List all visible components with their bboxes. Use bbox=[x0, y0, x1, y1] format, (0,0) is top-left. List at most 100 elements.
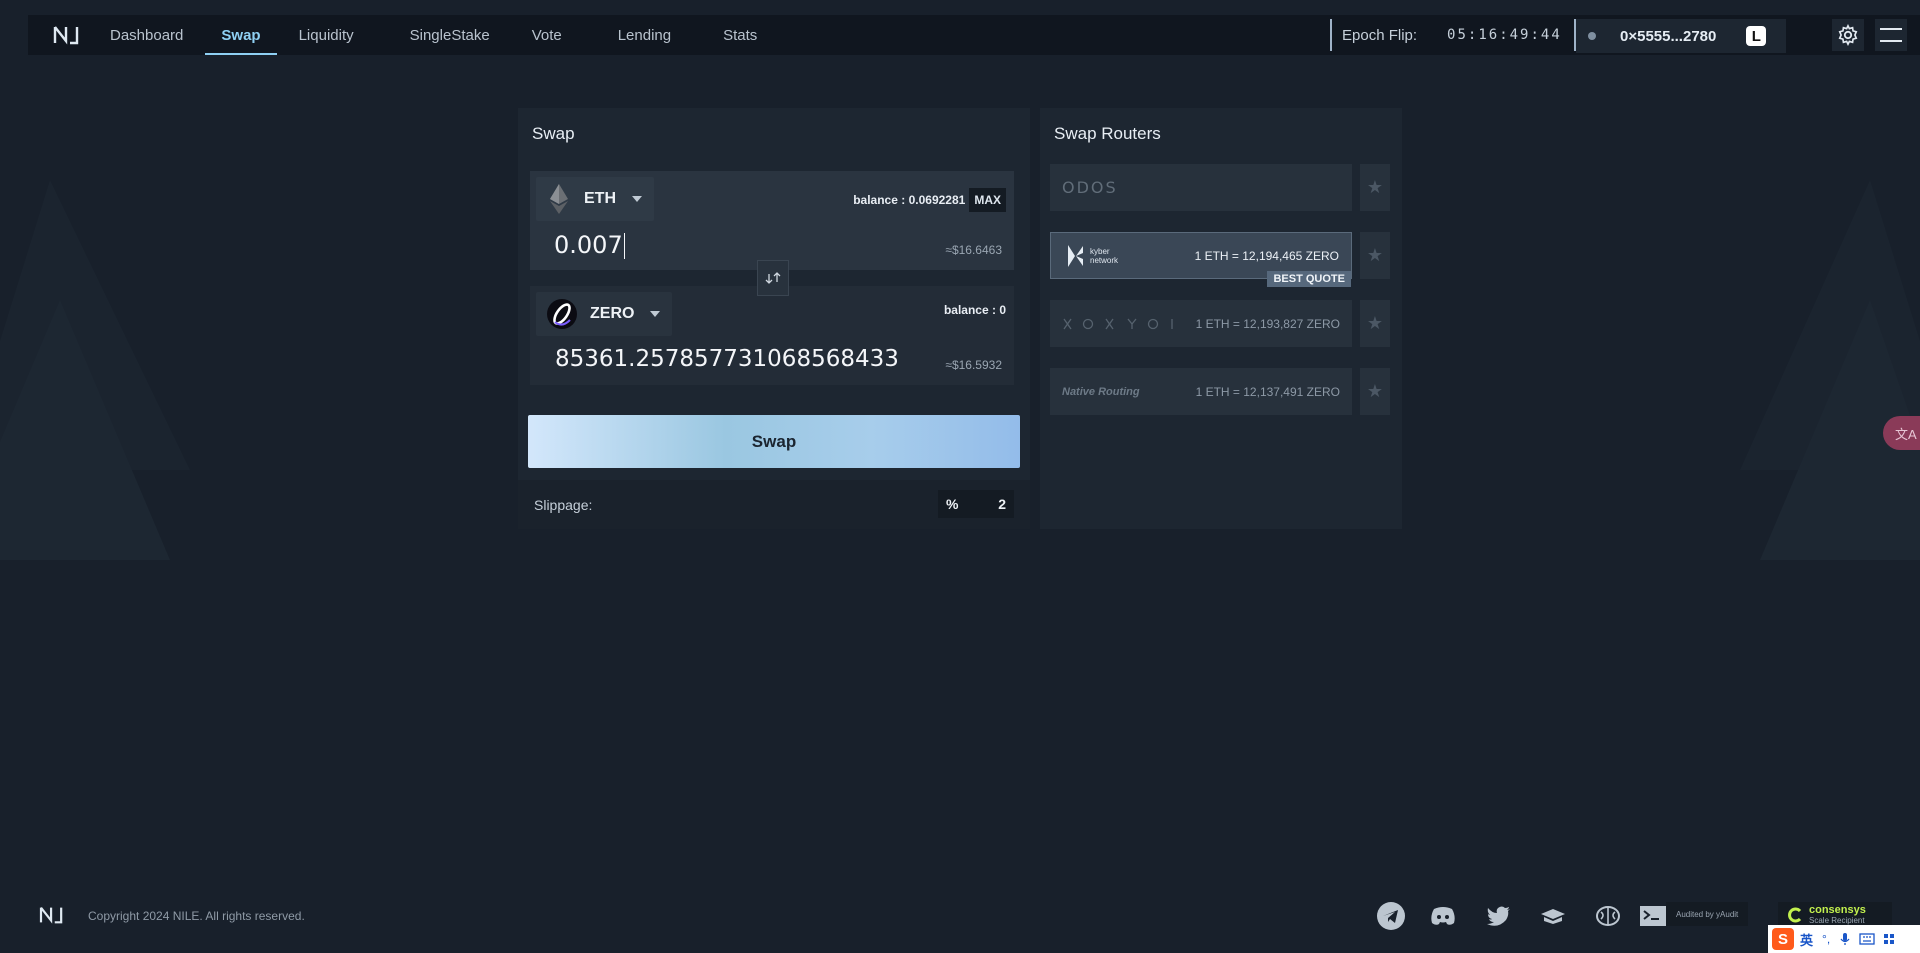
nile-footer-logo[interactable] bbox=[38, 904, 66, 926]
discord-link[interactable] bbox=[1427, 900, 1459, 932]
eth-icon bbox=[550, 184, 568, 214]
docs-icon bbox=[1541, 909, 1565, 924]
to-token-name: ZERO bbox=[590, 305, 635, 322]
telegram-icon bbox=[1377, 902, 1405, 930]
top-nav: Dashboard Swap Liquidity SingleStake Vot… bbox=[28, 15, 1920, 55]
zero-icon bbox=[547, 299, 577, 329]
epoch-flip: Epoch Flip: 05:16:49:44 bbox=[1330, 19, 1576, 51]
router-native[interactable]: Native Routing 1 ETH = 12,137,491 ZERO bbox=[1050, 368, 1352, 415]
best-quote-badge: BEST QUOTE bbox=[1267, 271, 1351, 287]
swap-title: Swap bbox=[532, 124, 575, 143]
grid-icon[interactable] bbox=[1883, 933, 1895, 945]
xy-logo bbox=[1063, 318, 1173, 329]
menu-icon bbox=[1880, 28, 1902, 42]
router-kyber[interactable]: kyber network 1 ETH = 12,194,465 ZERO BES… bbox=[1050, 232, 1352, 287]
punctuation-icon[interactable]: °, bbox=[1822, 932, 1830, 946]
twitter-icon bbox=[1487, 906, 1510, 926]
router-native-favorite[interactable]: ★ bbox=[1360, 368, 1390, 415]
telegram-link[interactable] bbox=[1375, 900, 1407, 932]
swap-direction-button[interactable] bbox=[757, 260, 789, 296]
nav-lending[interactable]: Lending bbox=[602, 15, 687, 55]
docs-link[interactable] bbox=[1537, 900, 1569, 932]
nav-singlestake[interactable]: SingleStake bbox=[394, 15, 506, 55]
router-xy[interactable]: 1 ETH = 12,193,827 ZERO bbox=[1050, 300, 1352, 347]
from-amount-input[interactable]: 0.007 bbox=[554, 231, 625, 259]
twitter-link[interactable] bbox=[1483, 900, 1515, 932]
ime-logo-icon: S bbox=[1772, 928, 1794, 950]
to-balance-value: 0 bbox=[999, 303, 1006, 317]
microphone-icon[interactable] bbox=[1839, 932, 1851, 946]
nile-logo[interactable] bbox=[52, 23, 82, 47]
from-usd-value: ≈$16.6463 bbox=[945, 243, 1002, 257]
nav-vote[interactable]: Vote bbox=[516, 15, 578, 55]
translate-button[interactable]: 文A bbox=[1883, 416, 1920, 450]
swap-button[interactable]: Swap bbox=[528, 415, 1020, 468]
audit-badge[interactable]: Audited by yAudit bbox=[1666, 902, 1749, 926]
from-token-name: ETH bbox=[584, 190, 616, 207]
star-icon: ★ bbox=[1366, 313, 1384, 333]
epoch-timer: 05:16:49:44 bbox=[1447, 27, 1562, 43]
slippage-unit: % bbox=[946, 496, 959, 512]
to-amount-value[interactable]: 85361.257857731068568433 bbox=[555, 346, 899, 372]
from-token-box: ETH balance : 0.0692281 MAX 0.007 ≈$16.6… bbox=[530, 171, 1014, 270]
router-odos[interactable]: ODOS bbox=[1050, 164, 1352, 211]
star-icon: ★ bbox=[1366, 177, 1384, 197]
chevron-down-icon bbox=[632, 196, 642, 202]
to-token-box: ZERO balance : 0 85361.25785773106856843… bbox=[530, 286, 1014, 385]
star-icon: ★ bbox=[1366, 245, 1384, 265]
max-button[interactable]: MAX bbox=[969, 188, 1006, 212]
swap-direction-icon bbox=[765, 272, 781, 284]
native-routing-logo: Native Routing bbox=[1062, 385, 1140, 398]
from-token-select[interactable]: ETH bbox=[536, 177, 654, 221]
brain-link[interactable] bbox=[1592, 900, 1624, 932]
native-quote: 1 ETH = 12,137,491 ZERO bbox=[1195, 384, 1340, 399]
kyber-quote: 1 ETH = 12,194,465 ZERO bbox=[1194, 248, 1339, 263]
menu-button[interactable] bbox=[1875, 19, 1907, 51]
nav-dashboard[interactable]: Dashboard bbox=[94, 15, 199, 55]
discord-icon bbox=[1431, 907, 1455, 925]
router-xy-favorite[interactable]: ★ bbox=[1360, 300, 1390, 347]
kyber-name-1: kyber bbox=[1090, 246, 1110, 256]
wallet-button[interactable]: 0×5555...2780 L bbox=[1576, 19, 1786, 53]
terminal-link[interactable] bbox=[1637, 900, 1669, 932]
settings-button[interactable] bbox=[1832, 19, 1864, 51]
consensys-icon bbox=[1788, 907, 1802, 923]
brain-icon bbox=[1596, 906, 1620, 926]
wallet-address: 0×5555...2780 bbox=[1620, 27, 1717, 45]
from-balance-value: 0.0692281 bbox=[908, 193, 966, 207]
to-token-select[interactable]: ZERO bbox=[536, 292, 673, 336]
kyber-icon bbox=[1068, 244, 1083, 267]
gear-icon bbox=[1838, 24, 1858, 46]
xy-quote: 1 ETH = 12,193,827 ZERO bbox=[1195, 316, 1340, 331]
wallet-provider-icon: L bbox=[1746, 26, 1767, 46]
from-amount-value: 0.007 bbox=[554, 231, 623, 259]
star-icon: ★ bbox=[1366, 381, 1384, 401]
consensys-name: consensys bbox=[1809, 904, 1866, 916]
to-balance: balance : 0 bbox=[944, 303, 1006, 317]
audit-text: Audited by yAudit bbox=[1676, 909, 1739, 919]
router-kyber-favorite[interactable]: ★ bbox=[1360, 232, 1390, 279]
text-cursor bbox=[623, 233, 625, 259]
slippage-value: 2 bbox=[998, 496, 1006, 512]
wallet-status-dot bbox=[1588, 32, 1596, 40]
nav-swap[interactable]: Swap bbox=[205, 15, 277, 55]
ime-toolbar[interactable]: S 英 °, bbox=[1768, 925, 1920, 953]
kyber-logo: kyber network bbox=[1065, 243, 1118, 269]
swap-panel: Swap ETH balance : 0.0692281 MAX 0.007 ≈… bbox=[518, 108, 1030, 529]
from-balance: balance : 0.0692281 MAX bbox=[853, 188, 1006, 212]
epoch-label: Epoch Flip: bbox=[1342, 26, 1418, 44]
odos-logo: ODOS bbox=[1062, 178, 1118, 197]
ime-lang[interactable]: 英 bbox=[1800, 930, 1813, 949]
kyber-name-2: network bbox=[1090, 255, 1119, 265]
keyboard-icon[interactable] bbox=[1859, 933, 1875, 945]
terminal-icon bbox=[1640, 906, 1666, 926]
copyright-text: Copyright 2024 NILE. All rights reserved… bbox=[88, 909, 305, 923]
chevron-down-icon bbox=[650, 311, 661, 317]
router-odos-favorite[interactable]: ★ bbox=[1360, 164, 1390, 211]
nav-liquidity[interactable]: Liquidity bbox=[283, 15, 370, 55]
slippage-input[interactable]: % 2 bbox=[938, 490, 1014, 518]
from-balance-label: balance : bbox=[853, 193, 906, 207]
translate-icon: 文A bbox=[1895, 426, 1917, 442]
nav-stats[interactable]: Stats bbox=[707, 15, 773, 55]
slippage-row: Slippage: % 2 bbox=[518, 480, 1030, 529]
